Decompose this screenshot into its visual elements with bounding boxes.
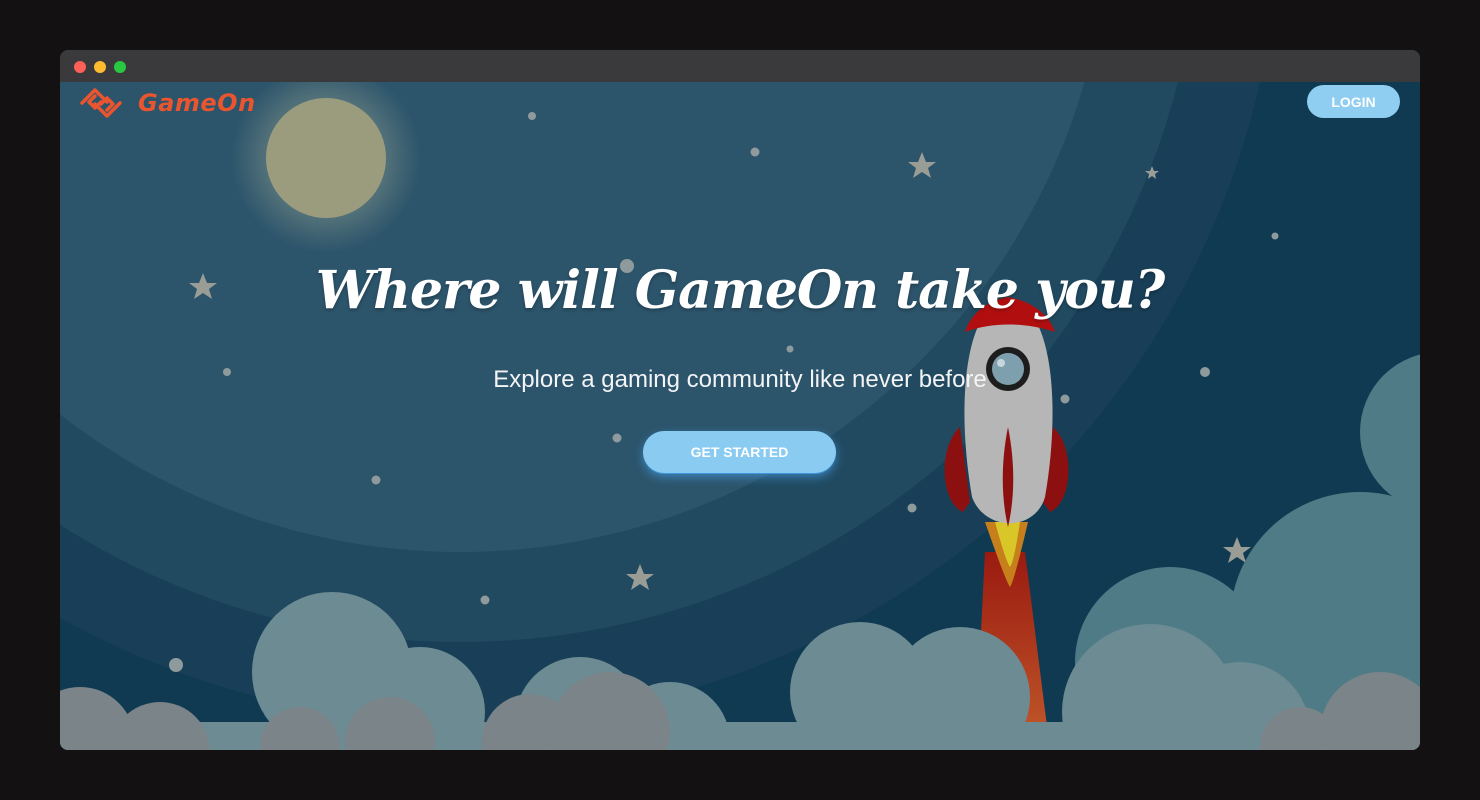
moon-icon: [266, 98, 386, 218]
window-titlebar: [60, 50, 1420, 82]
close-window-button[interactable]: [74, 61, 86, 73]
brand-logo[interactable]: GameOn: [78, 85, 256, 121]
hero-headline: Where will GameOn take you?: [315, 260, 1166, 321]
hero-subheadline: Explore a gaming community like never be…: [493, 366, 987, 393]
space-scene-illustration: [60, 82, 1420, 750]
login-button[interactable]: LOGIN: [1307, 85, 1400, 118]
browser-window: GameOn LOGIN Where will GameOn take you?…: [60, 50, 1420, 750]
maximize-window-button[interactable]: [114, 61, 126, 73]
brand-name: GameOn: [138, 89, 256, 117]
gameon-logo-icon: [80, 88, 122, 118]
minimize-window-button[interactable]: [94, 61, 106, 73]
get-started-button[interactable]: GET STARTED: [643, 431, 836, 473]
page-viewport: GameOn LOGIN Where will GameOn take you?…: [60, 82, 1420, 750]
